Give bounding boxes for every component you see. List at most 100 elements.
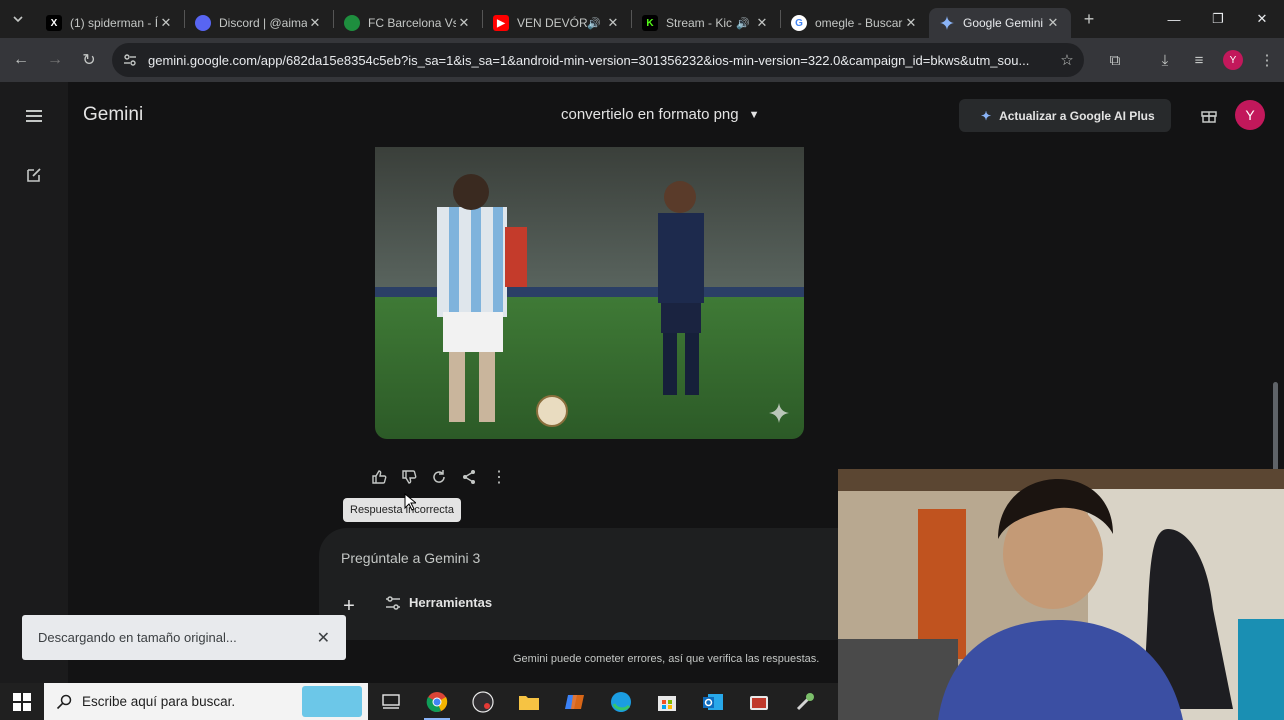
tab-google-gemini[interactable]: Google Gemini ✕ [929, 8, 1071, 38]
tab-youtube[interactable]: ▶ VEN DEVÓR 🔊 ✕ [483, 8, 631, 38]
back-icon[interactable]: ← [4, 43, 38, 77]
gift-icon[interactable] [1198, 104, 1220, 126]
taskbar-search[interactable]: Escribe aquí para buscar. [44, 683, 368, 720]
account-avatar[interactable]: Y [1235, 100, 1265, 130]
discord-icon [195, 15, 211, 31]
search-highlight-image [302, 686, 362, 717]
tab-title: Discord | @aima [219, 16, 307, 30]
kick-icon: K [642, 15, 658, 31]
chrome-icon[interactable] [414, 683, 460, 720]
tab-strip: X (1) spiderman - Í ✕ Discord | @aima ✕ … [0, 0, 1284, 38]
copilot-icon[interactable] [552, 683, 598, 720]
menu-icon[interactable]: ⋮ [1250, 43, 1284, 77]
download-toast: Descargando en tamaño original... ✕ [22, 615, 346, 660]
green-icon [344, 15, 360, 31]
prompt-box: + Herramientas [319, 528, 879, 640]
close-icon[interactable]: ✕ [456, 15, 472, 31]
task-view-icon[interactable] [368, 683, 414, 720]
x-icon: X [46, 15, 62, 31]
youtube-icon: ▶ [493, 15, 509, 31]
minimize-icon[interactable]: — [1152, 0, 1196, 38]
new-tab-button[interactable]: + [1071, 9, 1107, 30]
response-actions: ⋮ [364, 466, 514, 488]
reload-icon[interactable]: ↻ [72, 43, 106, 77]
tab-omegle[interactable]: G omegle - Buscar ✕ [781, 8, 929, 38]
scrollbar[interactable] [1273, 382, 1278, 472]
close-window-icon[interactable]: ✕ [1240, 0, 1284, 38]
download-icon[interactable]: ⤓ [1148, 43, 1182, 77]
file-explorer-icon[interactable] [506, 683, 552, 720]
tools-button[interactable]: Herramientas [385, 595, 492, 610]
sparkle-icon: ✦ [981, 108, 992, 123]
tools-icon [386, 595, 400, 610]
more-options-icon[interactable]: ⋮ [484, 466, 514, 488]
tab-title: FC Barcelona Vs [368, 16, 456, 30]
profile-avatar: Y [1223, 50, 1243, 70]
taskbar-search-text: Escribe aquí para buscar. [82, 694, 236, 709]
regenerate-icon[interactable] [424, 466, 454, 488]
search-icon [56, 694, 72, 709]
gemini-icon [939, 15, 955, 31]
close-icon[interactable]: ✕ [317, 628, 330, 648]
edge-icon[interactable] [598, 683, 644, 720]
snipping-tool-icon[interactable] [736, 683, 782, 720]
obs-icon[interactable] [460, 683, 506, 720]
share-icon[interactable] [454, 466, 484, 488]
close-icon[interactable]: ✕ [754, 15, 770, 31]
generated-image[interactable] [375, 147, 804, 439]
gemini-logo[interactable]: Gemini [83, 104, 143, 126]
chevron-down-icon: ▼ [748, 108, 760, 121]
menu-icon[interactable] [22, 104, 46, 128]
tab-fc-barcelona[interactable]: FC Barcelona Vs ✕ [334, 8, 482, 38]
url-text: gemini.google.com/app/682da15e8354c5eb?i… [148, 52, 1030, 68]
game-icon[interactable] [782, 683, 828, 720]
chevron-down-icon [13, 16, 23, 23]
speaker-icon[interactable]: 🔊 [587, 17, 601, 30]
tab-title: Google Gemini [963, 16, 1044, 30]
site-settings-icon[interactable] [122, 52, 138, 68]
windows-icon [13, 692, 31, 711]
upgrade-label: Actualizar a Google AI Plus [999, 108, 1155, 123]
thumbs-up-icon[interactable] [364, 466, 394, 488]
tab-kick[interactable]: K Stream - Kic 🔊 ✕ [632, 8, 780, 38]
tab-search-button[interactable] [0, 0, 36, 38]
tab-spiderman[interactable]: X (1) spiderman - Í ✕ [36, 8, 184, 38]
extensions-icon[interactable]: ⧉ [1098, 43, 1132, 77]
close-icon[interactable]: ✕ [158, 15, 174, 31]
thumbs-down-icon[interactable] [394, 466, 424, 488]
prompt-input[interactable] [341, 550, 811, 566]
close-icon[interactable]: ✕ [1045, 15, 1061, 31]
upgrade-button[interactable]: ✦ Actualizar a Google AI Plus [959, 99, 1171, 132]
start-button[interactable] [0, 683, 44, 720]
tab-title: VEN DEVÓR [517, 16, 588, 30]
chat-title-dropdown[interactable]: convertielo en formato png ▼ [561, 106, 760, 123]
tools-label: Herramientas [409, 595, 493, 610]
profile-button[interactable]: Y [1216, 43, 1250, 77]
tab-title: omegle - Buscar [815, 16, 903, 30]
forward-icon[interactable]: → [38, 43, 72, 77]
tab-discord[interactable]: Discord | @aima ✕ [185, 8, 333, 38]
close-icon[interactable]: ✕ [307, 15, 323, 31]
star-icon[interactable]: ☆ [1050, 43, 1084, 77]
store-icon[interactable] [644, 683, 690, 720]
tab-title: Stream - Kic [666, 16, 733, 30]
speaker-icon[interactable]: 🔊 [736, 17, 750, 30]
tab-title: (1) spiderman - Í [70, 16, 158, 30]
add-attachment-icon[interactable]: + [339, 595, 359, 617]
gemini-sidebar [0, 82, 68, 686]
restore-icon[interactable]: ❐ [1196, 0, 1240, 38]
address-bar[interactable]: gemini.google.com/app/682da15e8354c5eb?i… [112, 43, 1084, 77]
outlook-icon[interactable] [690, 683, 736, 720]
tooltip: Respuesta incorrecta [343, 498, 461, 522]
close-icon[interactable]: ✕ [605, 15, 621, 31]
google-icon: G [791, 15, 807, 31]
browser-toolbar: ← → ↻ gemini.google.com/app/682da15e8354… [0, 38, 1284, 82]
webcam-overlay [838, 469, 1284, 720]
chat-title: convertielo en formato png [561, 106, 739, 123]
media-control-icon[interactable]: ≡ [1182, 43, 1216, 77]
toolbar-right: ☆ ⧉ ⤓ ≡ Y ⋮ [1050, 38, 1284, 82]
close-icon[interactable]: ✕ [903, 15, 919, 31]
mouse-cursor-icon [404, 493, 416, 511]
window-controls: — ❐ ✕ [1152, 0, 1284, 38]
new-chat-icon[interactable] [22, 163, 46, 187]
